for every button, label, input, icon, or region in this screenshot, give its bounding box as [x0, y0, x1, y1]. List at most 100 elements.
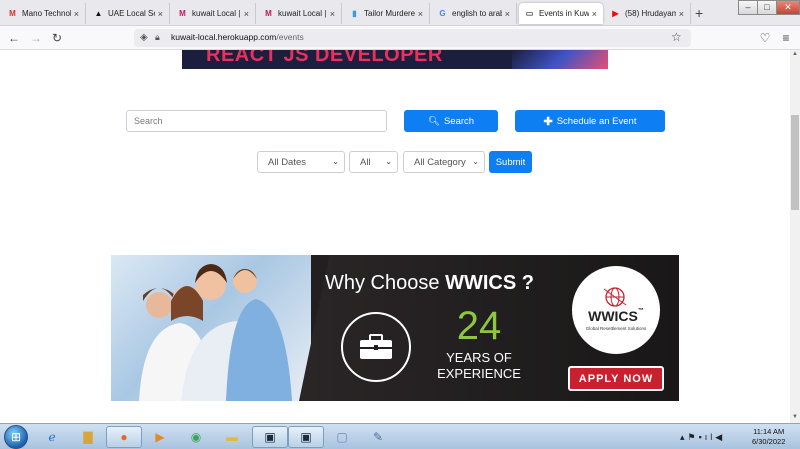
media-player-icon[interactable]: ▶ [142, 426, 178, 448]
start-button-icon[interactable]: ⊞ [4, 425, 28, 449]
search-button-label: Search [443, 115, 475, 127]
back-arrow-icon[interactable]: ← [6, 30, 22, 46]
globe-icon [603, 287, 627, 307]
tab-title: kuwait Local | Ad [192, 9, 241, 18]
browser-tab[interactable]: ▲ UAE Local Search× [88, 3, 170, 24]
search-button[interactable]: 🔍︎ Search [404, 110, 498, 132]
close-tab-icon[interactable]: × [592, 9, 597, 19]
schedule-event-button[interactable]: ✚ Schedule an Event [515, 110, 665, 132]
scroll-up-icon[interactable]: ▲ [792, 51, 798, 57]
wwics-ad-banner[interactable]: Why Choose WWICS ? 24 YEARS OF EXPERIENC… [111, 255, 679, 401]
ad-headline-brand: WWICS ? [445, 272, 534, 294]
banner-text: REACT JS DEVELOPER [206, 50, 443, 66]
pocket-icon[interactable]: ♡ [757, 30, 773, 46]
search-icon: 🔍︎ [427, 115, 440, 127]
page-viewport: REACT JS DEVELOPER 🔍︎ Search ✚ Schedule … [0, 50, 790, 423]
file-explorer-icon[interactable]: ▇ [70, 426, 106, 448]
scroll-thumb[interactable] [791, 115, 799, 210]
ad-headline: Why Choose WWICS ? [325, 272, 534, 295]
apply-now-button[interactable]: APPLY NOW [568, 366, 664, 391]
tracking-shield-icon[interactable]: ◈ [140, 32, 148, 43]
firefox-icon[interactable]: ● [106, 426, 142, 448]
close-tab-icon[interactable]: × [74, 9, 79, 19]
scroll-down-icon[interactable]: ▼ [792, 414, 798, 420]
banner-graphic [512, 50, 608, 69]
url-path: /events [276, 32, 304, 42]
window-close-button[interactable]: ✕ [776, 0, 800, 15]
family-photo [111, 255, 311, 401]
teamviewer-icon-1[interactable]: ▣ [252, 426, 288, 448]
schedule-event-label: Schedule an Event [556, 115, 637, 127]
plus-icon: ✚ [543, 115, 553, 128]
system-clock[interactable]: 11:14 AM 6/30/2022 [752, 427, 785, 447]
page-scrollbar[interactable]: ▲ ▼ [790, 50, 800, 423]
close-tab-icon[interactable]: × [330, 9, 335, 19]
lock-icon[interactable]: 🔒︎ [155, 32, 160, 43]
browser-tab[interactable]: ▭ Events in Kuwait× [519, 3, 603, 24]
submit-button[interactable]: Submit [489, 151, 532, 173]
browser-tab[interactable]: ▮ Tailor Murdered × [344, 3, 430, 24]
fire-icon: ▲ [94, 9, 103, 18]
browser-tab[interactable]: M Mano Technology× [2, 3, 86, 24]
clock-time: 11:14 AM [753, 427, 785, 436]
browser-tab[interactable]: Mkuwait Local | Ad× [172, 3, 256, 24]
youtube-icon: ▶ [612, 9, 619, 18]
internet-explorer-icon[interactable]: ℯ [34, 426, 70, 448]
browser-tab[interactable]: Mkuwait Local | Ed× [258, 3, 342, 24]
tab-title: Mano Technology [22, 9, 71, 18]
maximize-button[interactable]: □ [757, 0, 777, 15]
navigation-toolbar: ← → ↻ ◈ 🔒︎ kuwait-local.herokuapp.com/ev… [0, 26, 800, 50]
briefcase-icon [341, 312, 411, 382]
scope-filter-select[interactable]: All ⌄ [349, 151, 398, 173]
tab-strip: MMano Technology×▲UAE Local Search×Mkuwa… [0, 0, 800, 26]
close-tab-icon[interactable]: × [679, 9, 684, 19]
new-tab-button[interactable]: + [695, 5, 703, 21]
teamviewer-icon-2[interactable]: ▣ [288, 426, 324, 448]
m-logo-icon: M [265, 9, 272, 18]
scope-filter-value: All [360, 156, 371, 168]
tab-title: UAE Local Search [108, 9, 155, 18]
folder-icon[interactable]: ▬ [214, 426, 250, 448]
bottle-icon: ▮ [352, 9, 357, 18]
settings-tool-icon[interactable]: ✎ [360, 426, 396, 448]
minimize-button[interactable]: – [738, 0, 758, 15]
react-developer-banner[interactable]: REACT JS DEVELOPER [182, 50, 608, 69]
system-tray-icons[interactable]: ▴⚑▪ıl◀ [680, 432, 725, 443]
url-host: kuwait-local.herokuapp.com [171, 32, 277, 42]
close-tab-icon[interactable]: × [158, 9, 163, 19]
ad-headline-prefix: Why Choose [325, 272, 440, 294]
chevron-down-icon: ⌄ [385, 157, 392, 166]
page-icon: ▭ [525, 9, 534, 18]
chevron-down-icon: ⌄ [332, 157, 339, 166]
google-icon: G [439, 9, 446, 18]
menu-icon[interactable]: ≡ [778, 30, 794, 46]
url-text[interactable]: kuwait-local.herokuapp.com/events [171, 32, 304, 42]
browser-tab[interactable]: Genglish to arabic× [432, 3, 517, 24]
close-tab-icon[interactable]: × [418, 9, 423, 19]
date-filter-select[interactable]: All Dates ⌄ [257, 151, 345, 173]
tab-title: kuwait Local | Ed [278, 9, 327, 18]
app-window-icon[interactable]: ▢ [324, 426, 360, 448]
chevron-down-icon: ⌄ [472, 157, 479, 166]
address-bar[interactable]: ◈ 🔒︎ kuwait-local.herokuapp.com/events ☆ [134, 29, 691, 47]
clock-date: 6/30/2022 [752, 437, 786, 446]
tab-title: Events in Kuwait [539, 9, 589, 18]
bookmark-star-icon[interactable]: ☆ [671, 30, 682, 44]
ad-years-number: 24 [456, 304, 502, 348]
date-filter-value: All Dates [268, 156, 307, 168]
close-tab-icon[interactable]: × [505, 9, 510, 19]
wwics-logo-text: WWICS [588, 308, 638, 324]
submit-label: Submit [495, 156, 526, 168]
close-tab-icon[interactable]: × [244, 9, 249, 19]
browser-tab[interactable]: ▶ (58) Hrudayama× [605, 3, 691, 24]
search-input[interactable] [126, 110, 387, 132]
ad-years-label-line1: YEARS OF [446, 350, 512, 365]
category-filter-select[interactable]: All Category ⌄ [403, 151, 485, 173]
wwics-logo: WWICS™ Global Resettlement Solutions [572, 266, 660, 354]
windows-taskbar: ⊞ ℯ ▇ ● ▶ ◉ ▬ ▣ ▣ ▢ ✎ ▴⚑▪ıl◀ 11:14 AM 6/… [0, 423, 800, 449]
forward-arrow-icon[interactable]: → [28, 30, 44, 46]
chrome-icon[interactable]: ◉ [178, 426, 214, 448]
reload-icon[interactable]: ↻ [49, 30, 65, 46]
category-filter-value: All Category [414, 156, 466, 168]
tab-title: Tailor Murdered [364, 9, 415, 18]
